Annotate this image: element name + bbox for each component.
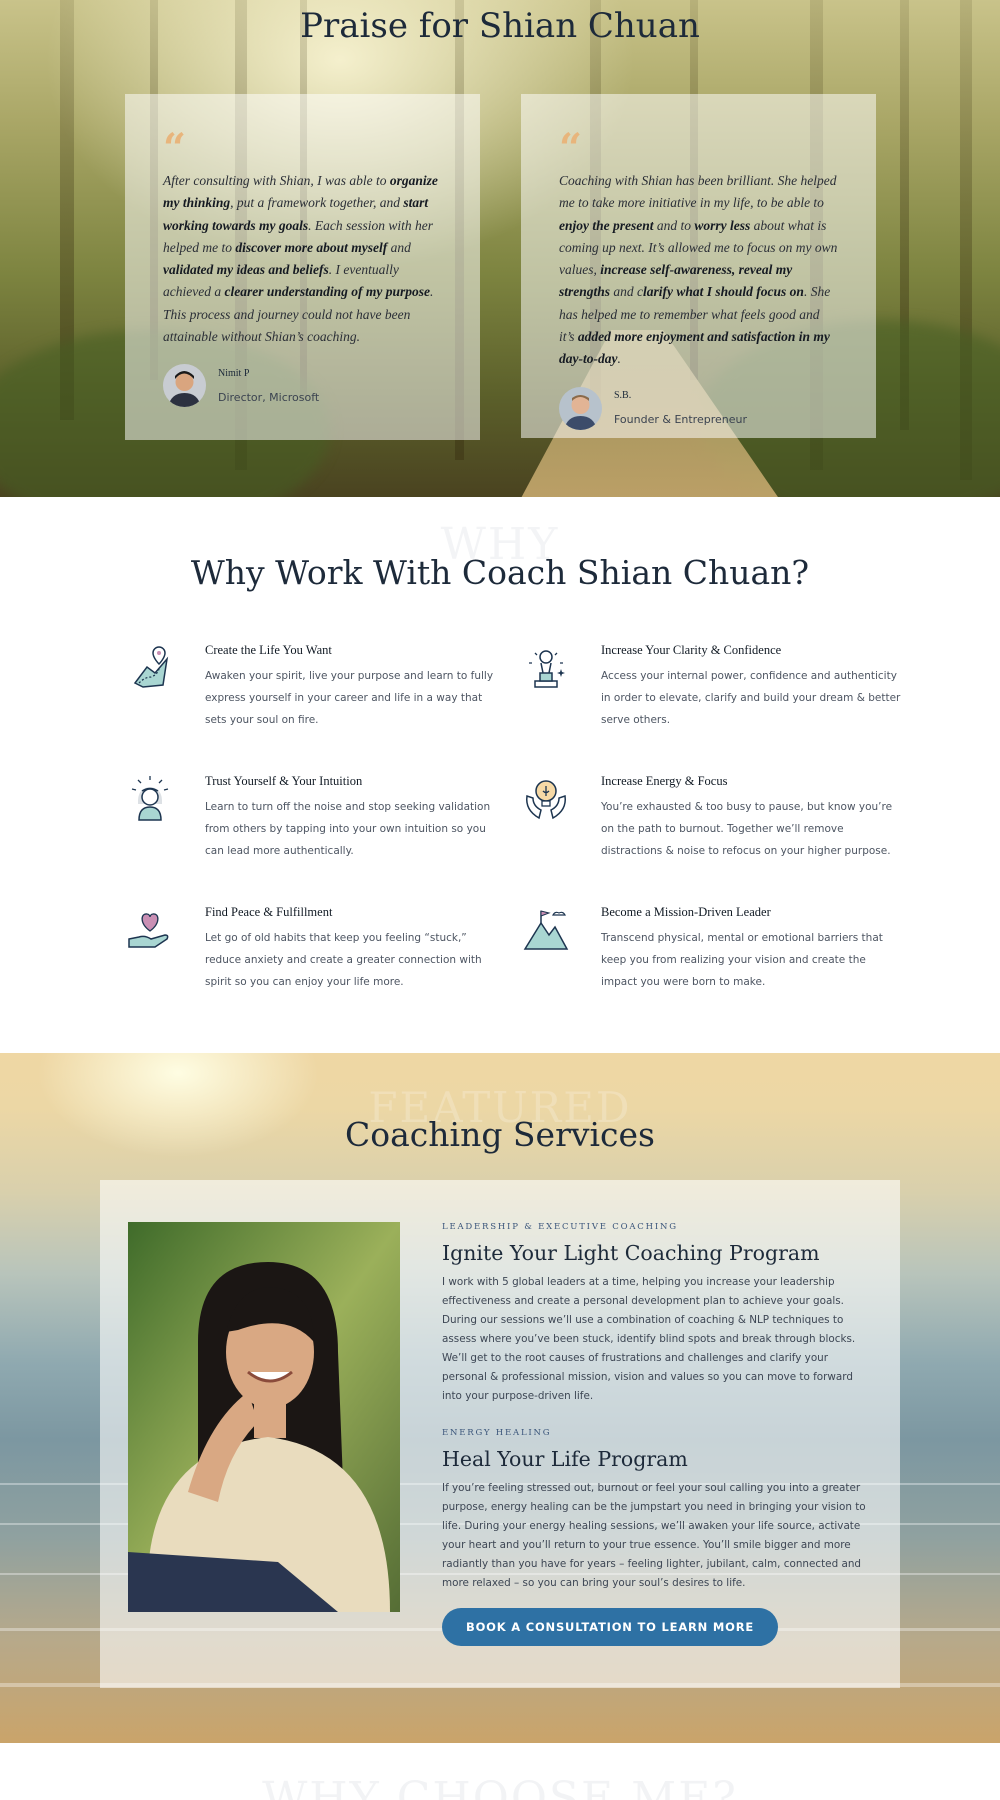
testimonial-quote: After consulting with Shian, I was able … bbox=[163, 170, 442, 348]
testimonial-quote: Coaching with Shian has been brilliant. … bbox=[559, 170, 838, 371]
author-role: Founder & Entrepreneur bbox=[614, 413, 747, 427]
quote-icon: “ bbox=[559, 125, 583, 172]
program-description: If you’re feeling stressed out, burnout … bbox=[442, 1482, 866, 1589]
quote-segment: . bbox=[617, 351, 621, 367]
section-title: Praise for Shian Chuan bbox=[300, 6, 700, 46]
feature-item: Become a Mission-Driven Leader Transcend… bbox=[521, 905, 901, 993]
quote-segment: , put a framework together, and bbox=[230, 195, 404, 211]
testimonial-card: “ Coaching with Shian has been brilliant… bbox=[521, 94, 876, 438]
program-title: Ignite Your Light Coaching Program bbox=[442, 1241, 820, 1265]
feature-text: Learn to turn off the noise and stop see… bbox=[205, 801, 491, 857]
lightbulb-hands-icon bbox=[521, 774, 571, 824]
feature-title: Create the Life You Want bbox=[205, 643, 332, 657]
feature-item: Trust Yourself & Your Intuition Learn to… bbox=[125, 774, 505, 862]
feature-text: Awaken your spirit, live your purpose an… bbox=[205, 670, 494, 726]
testimonial-card: “ After consulting with Shian, I was abl… bbox=[125, 94, 480, 440]
feature-item: Increase Your Clarity & Confidence Acces… bbox=[521, 643, 901, 731]
feature-title: Trust Yourself & Your Intuition bbox=[205, 774, 363, 788]
feature-title: Increase Your Clarity & Confidence bbox=[601, 643, 782, 657]
author-name: Nimit P bbox=[218, 367, 250, 379]
section-title: Why Work With Coach Shian Chuan? bbox=[190, 553, 810, 592]
quote-highlight: enjoy the present bbox=[559, 217, 654, 233]
section-title: Coaching Services bbox=[344, 1115, 655, 1154]
feature-title: Increase Energy & Focus bbox=[601, 774, 728, 788]
book-consultation-button[interactable]: Book a consultation to learn more bbox=[442, 1608, 779, 1646]
feature-text: Let go of old habits that keep you feeli… bbox=[205, 932, 482, 988]
coach-photo bbox=[128, 1222, 400, 1612]
testimonials-section: Praise for Shian Chuan “ After consultin… bbox=[0, 0, 1000, 497]
ghost-heading: WHY CHOOSE ME? bbox=[262, 1773, 738, 1800]
meditating-woman-icon bbox=[125, 774, 175, 824]
program-title: Heal Your Life Program bbox=[442, 1447, 688, 1471]
quote-highlight: validated my ideas and beliefs bbox=[163, 262, 329, 278]
feature-title: Find Peace & Fulfillment bbox=[205, 905, 333, 919]
program-category: Leadership & Executive Coaching bbox=[442, 1222, 678, 1232]
feature-item: Find Peace & Fulfillment Let go of old h… bbox=[125, 905, 505, 993]
next-section-peek: WHY CHOOSE ME? bbox=[0, 1743, 1000, 1800]
quote-icon: “ bbox=[163, 125, 187, 172]
quote-segment: and bbox=[387, 239, 411, 255]
quote-segment: and to bbox=[653, 217, 695, 233]
testimonial-author: Nimit P Director, Microsoft bbox=[163, 364, 442, 408]
quote-highlight: added more enjoyment and satisfaction in… bbox=[559, 329, 830, 367]
feature-item: Create the Life You Want Awaken your spi… bbox=[125, 643, 505, 731]
program-description: I work with 5 global leaders at a time, … bbox=[442, 1276, 856, 1402]
program-category: Energy Healing bbox=[442, 1428, 552, 1438]
quote-segment: and c bbox=[610, 284, 644, 300]
services-card: Leadership & Executive Coaching Ignite Y… bbox=[100, 1180, 900, 1688]
author-name: S.B. bbox=[614, 390, 632, 402]
feature-title: Become a Mission-Driven Leader bbox=[601, 905, 771, 919]
feature-text: Access your internal power, confidence a… bbox=[601, 670, 901, 726]
coaching-services-section: FEATURED Coaching Services LEADERSHIP & … bbox=[0, 1053, 1000, 1743]
feature-item: Increase Energy & Focus You’re exhausted… bbox=[521, 774, 901, 862]
mountain-flag-icon bbox=[521, 905, 571, 955]
testimonial-author: S.B. Founder & Entrepreneur bbox=[559, 386, 838, 430]
quote-highlight: larify what I should focus on bbox=[643, 284, 804, 300]
quote-highlight: discover more about myself bbox=[235, 239, 388, 255]
why-section: WHY Why Work With Coach Shian Chuan? Cre… bbox=[0, 497, 1000, 1053]
author-role: Director, Microsoft bbox=[218, 390, 320, 404]
trophy-award-icon bbox=[521, 643, 571, 693]
avatar bbox=[163, 364, 206, 408]
feature-text: You’re exhausted & too busy to pause, bu… bbox=[601, 801, 893, 857]
avatar bbox=[559, 386, 602, 430]
services-content: Leadership & Executive Coaching Ignite Y… bbox=[442, 1222, 872, 1646]
heart-hand-icon bbox=[125, 905, 175, 955]
quote-highlight: clearer understanding of my purpose bbox=[224, 284, 430, 300]
quote-segment: After consulting with Shian, I was able … bbox=[163, 173, 390, 188]
feature-text: Transcend physical, mental or emotional … bbox=[601, 932, 883, 988]
quote-highlight: worry less bbox=[694, 217, 751, 233]
quote-segment: Coaching with Shian has been brilliant. … bbox=[559, 173, 837, 211]
map-path-icon bbox=[125, 643, 175, 693]
